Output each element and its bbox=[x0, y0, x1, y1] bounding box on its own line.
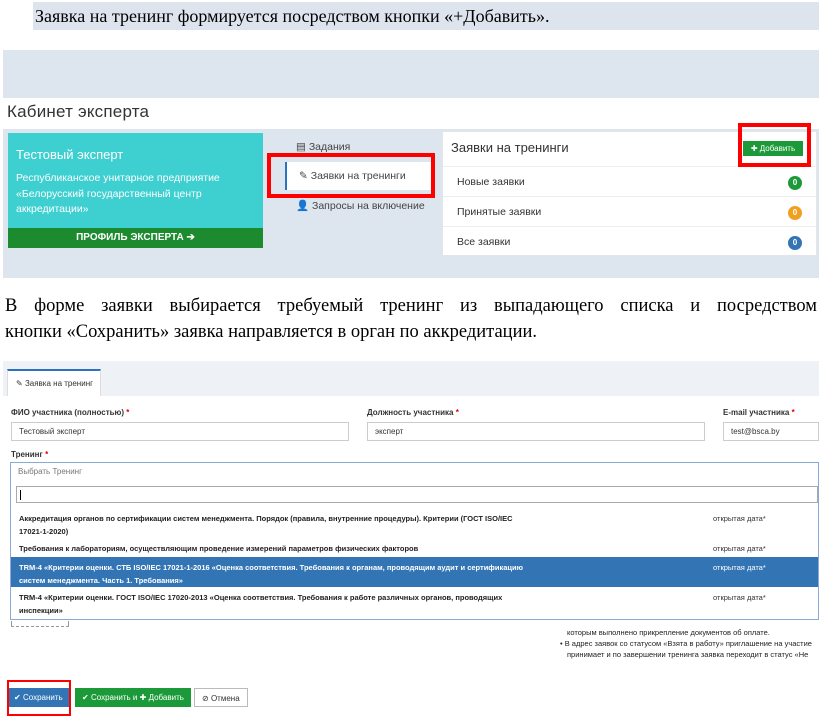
fio-field[interactable]: Тестовый эксперт bbox=[11, 422, 349, 441]
training-option[interactable]: Требования к лабораториям, осуществляющи… bbox=[11, 538, 818, 559]
option-date: открытая дата* bbox=[713, 514, 766, 523]
note-line: которым выполнено прикрепление документо… bbox=[567, 628, 770, 637]
email-field[interactable]: test@bsca.by bbox=[723, 422, 819, 441]
expert-organization: Республиканское унитарное предприятие «Б… bbox=[16, 172, 220, 215]
row-label: Новые заявки bbox=[457, 176, 525, 188]
doc-paragraph-1: Заявка на тренинг формируется посредство… bbox=[33, 2, 819, 30]
option-date: открытая дата* bbox=[713, 563, 766, 572]
training-dropdown[interactable]: Выбрать Тренинг Аккредитация органов по … bbox=[10, 462, 819, 620]
menu-item-label: Запросы на включение bbox=[312, 200, 425, 212]
highlight-frame bbox=[7, 680, 71, 716]
option-date: открытая дата* bbox=[713, 544, 766, 553]
expert-name: Тестовый эксперт bbox=[16, 147, 124, 162]
highlight-frame bbox=[738, 123, 811, 167]
training-option-selected[interactable]: TRM-4 «Критерии оценки. СТБ ISO/IEC 1702… bbox=[11, 557, 818, 587]
ban-icon: ⊘ bbox=[202, 694, 209, 703]
panel-row-accepted[interactable]: Принятые заявки 0 bbox=[443, 196, 816, 226]
position-label: Должность участника * bbox=[367, 408, 459, 417]
cabinet-title: Кабинет эксперта bbox=[7, 102, 150, 121]
file-drop-area[interactable] bbox=[11, 621, 69, 627]
panel-row-new[interactable]: Новые заявки 0 bbox=[443, 166, 816, 196]
fio-label: ФИО участника (полностью) * bbox=[11, 408, 130, 417]
training-option[interactable]: TRM-4 «Критерии оценки. ГОСТ ISO/IEC 170… bbox=[11, 587, 818, 621]
panel-title: Заявки на тренинги bbox=[451, 140, 569, 155]
doc-paragraph-2-continued: кнопки «Сохранить» заявка направляется в… bbox=[5, 322, 538, 342]
pin-icon: ✎ bbox=[16, 379, 23, 388]
cancel-button-label: Отмена bbox=[210, 694, 240, 703]
tasks-icon: ▤ bbox=[296, 141, 306, 153]
check-icon: ✔ bbox=[82, 693, 89, 702]
option-date: открытая дата* bbox=[713, 593, 766, 602]
doc-paragraph-2: В форме заявки выбирается требуемый трен… bbox=[5, 296, 817, 316]
tab-training-request[interactable]: ✎ Заявка на тренинг bbox=[7, 369, 101, 396]
email-label: E-mail участника * bbox=[723, 408, 795, 417]
training-option[interactable]: Аккредитация органов по сертификации сис… bbox=[11, 508, 818, 542]
note-line: принимает и по завершении тренинга заявк… bbox=[567, 650, 809, 659]
training-search-input[interactable] bbox=[16, 486, 818, 503]
menu-item-inclusion-requests[interactable]: 👤 Запросы на включение bbox=[296, 199, 425, 212]
user-add-icon: 👤 bbox=[296, 200, 310, 212]
count-badge: 0 bbox=[788, 206, 802, 220]
row-label: Принятые заявки bbox=[457, 206, 542, 218]
position-field[interactable]: эксперт bbox=[367, 422, 705, 441]
menu-item-tasks[interactable]: ▤ Задания bbox=[296, 141, 350, 153]
save-and-add-button[interactable]: ✔ Сохранить и ✚ Добавить bbox=[75, 688, 191, 707]
expert-profile-button[interactable]: ПРОФИЛЬ ЭКСПЕРТА ➔ bbox=[8, 228, 263, 248]
note-line: • В адрес заявок со статусом «Взята в ра… bbox=[560, 639, 812, 648]
tab-label: Заявка на тренинг bbox=[24, 379, 94, 388]
text-cursor bbox=[20, 490, 21, 500]
menu-item-label: Задания bbox=[308, 141, 351, 153]
form-screenshot: ✎ Заявка на тренинг ФИО участника (полно… bbox=[3, 361, 819, 716]
training-label: Тренинг * bbox=[11, 450, 49, 459]
highlight-frame bbox=[267, 153, 435, 198]
tab-strip bbox=[3, 361, 819, 396]
count-badge: 0 bbox=[788, 176, 802, 190]
plus-icon: ✚ bbox=[139, 693, 147, 702]
count-badge: 0 bbox=[788, 236, 802, 250]
cancel-button[interactable]: ⊘ Отмена bbox=[194, 688, 248, 707]
training-select-placeholder[interactable]: Выбрать Тренинг bbox=[11, 463, 818, 481]
row-label: Все заявки bbox=[457, 236, 511, 248]
cabinet-screenshot: Кабинет эксперта Тестовый эксперт Респуб… bbox=[3, 50, 819, 278]
panel-row-all[interactable]: Все заявки 0 bbox=[443, 226, 816, 256]
